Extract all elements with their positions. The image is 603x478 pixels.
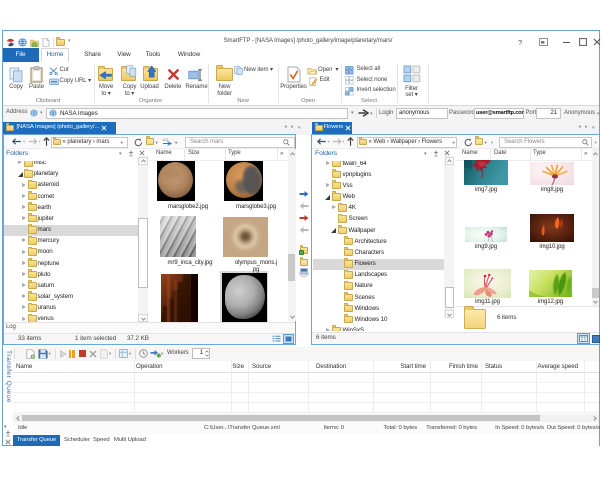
svg-text:123: 123: [162, 137, 169, 142]
